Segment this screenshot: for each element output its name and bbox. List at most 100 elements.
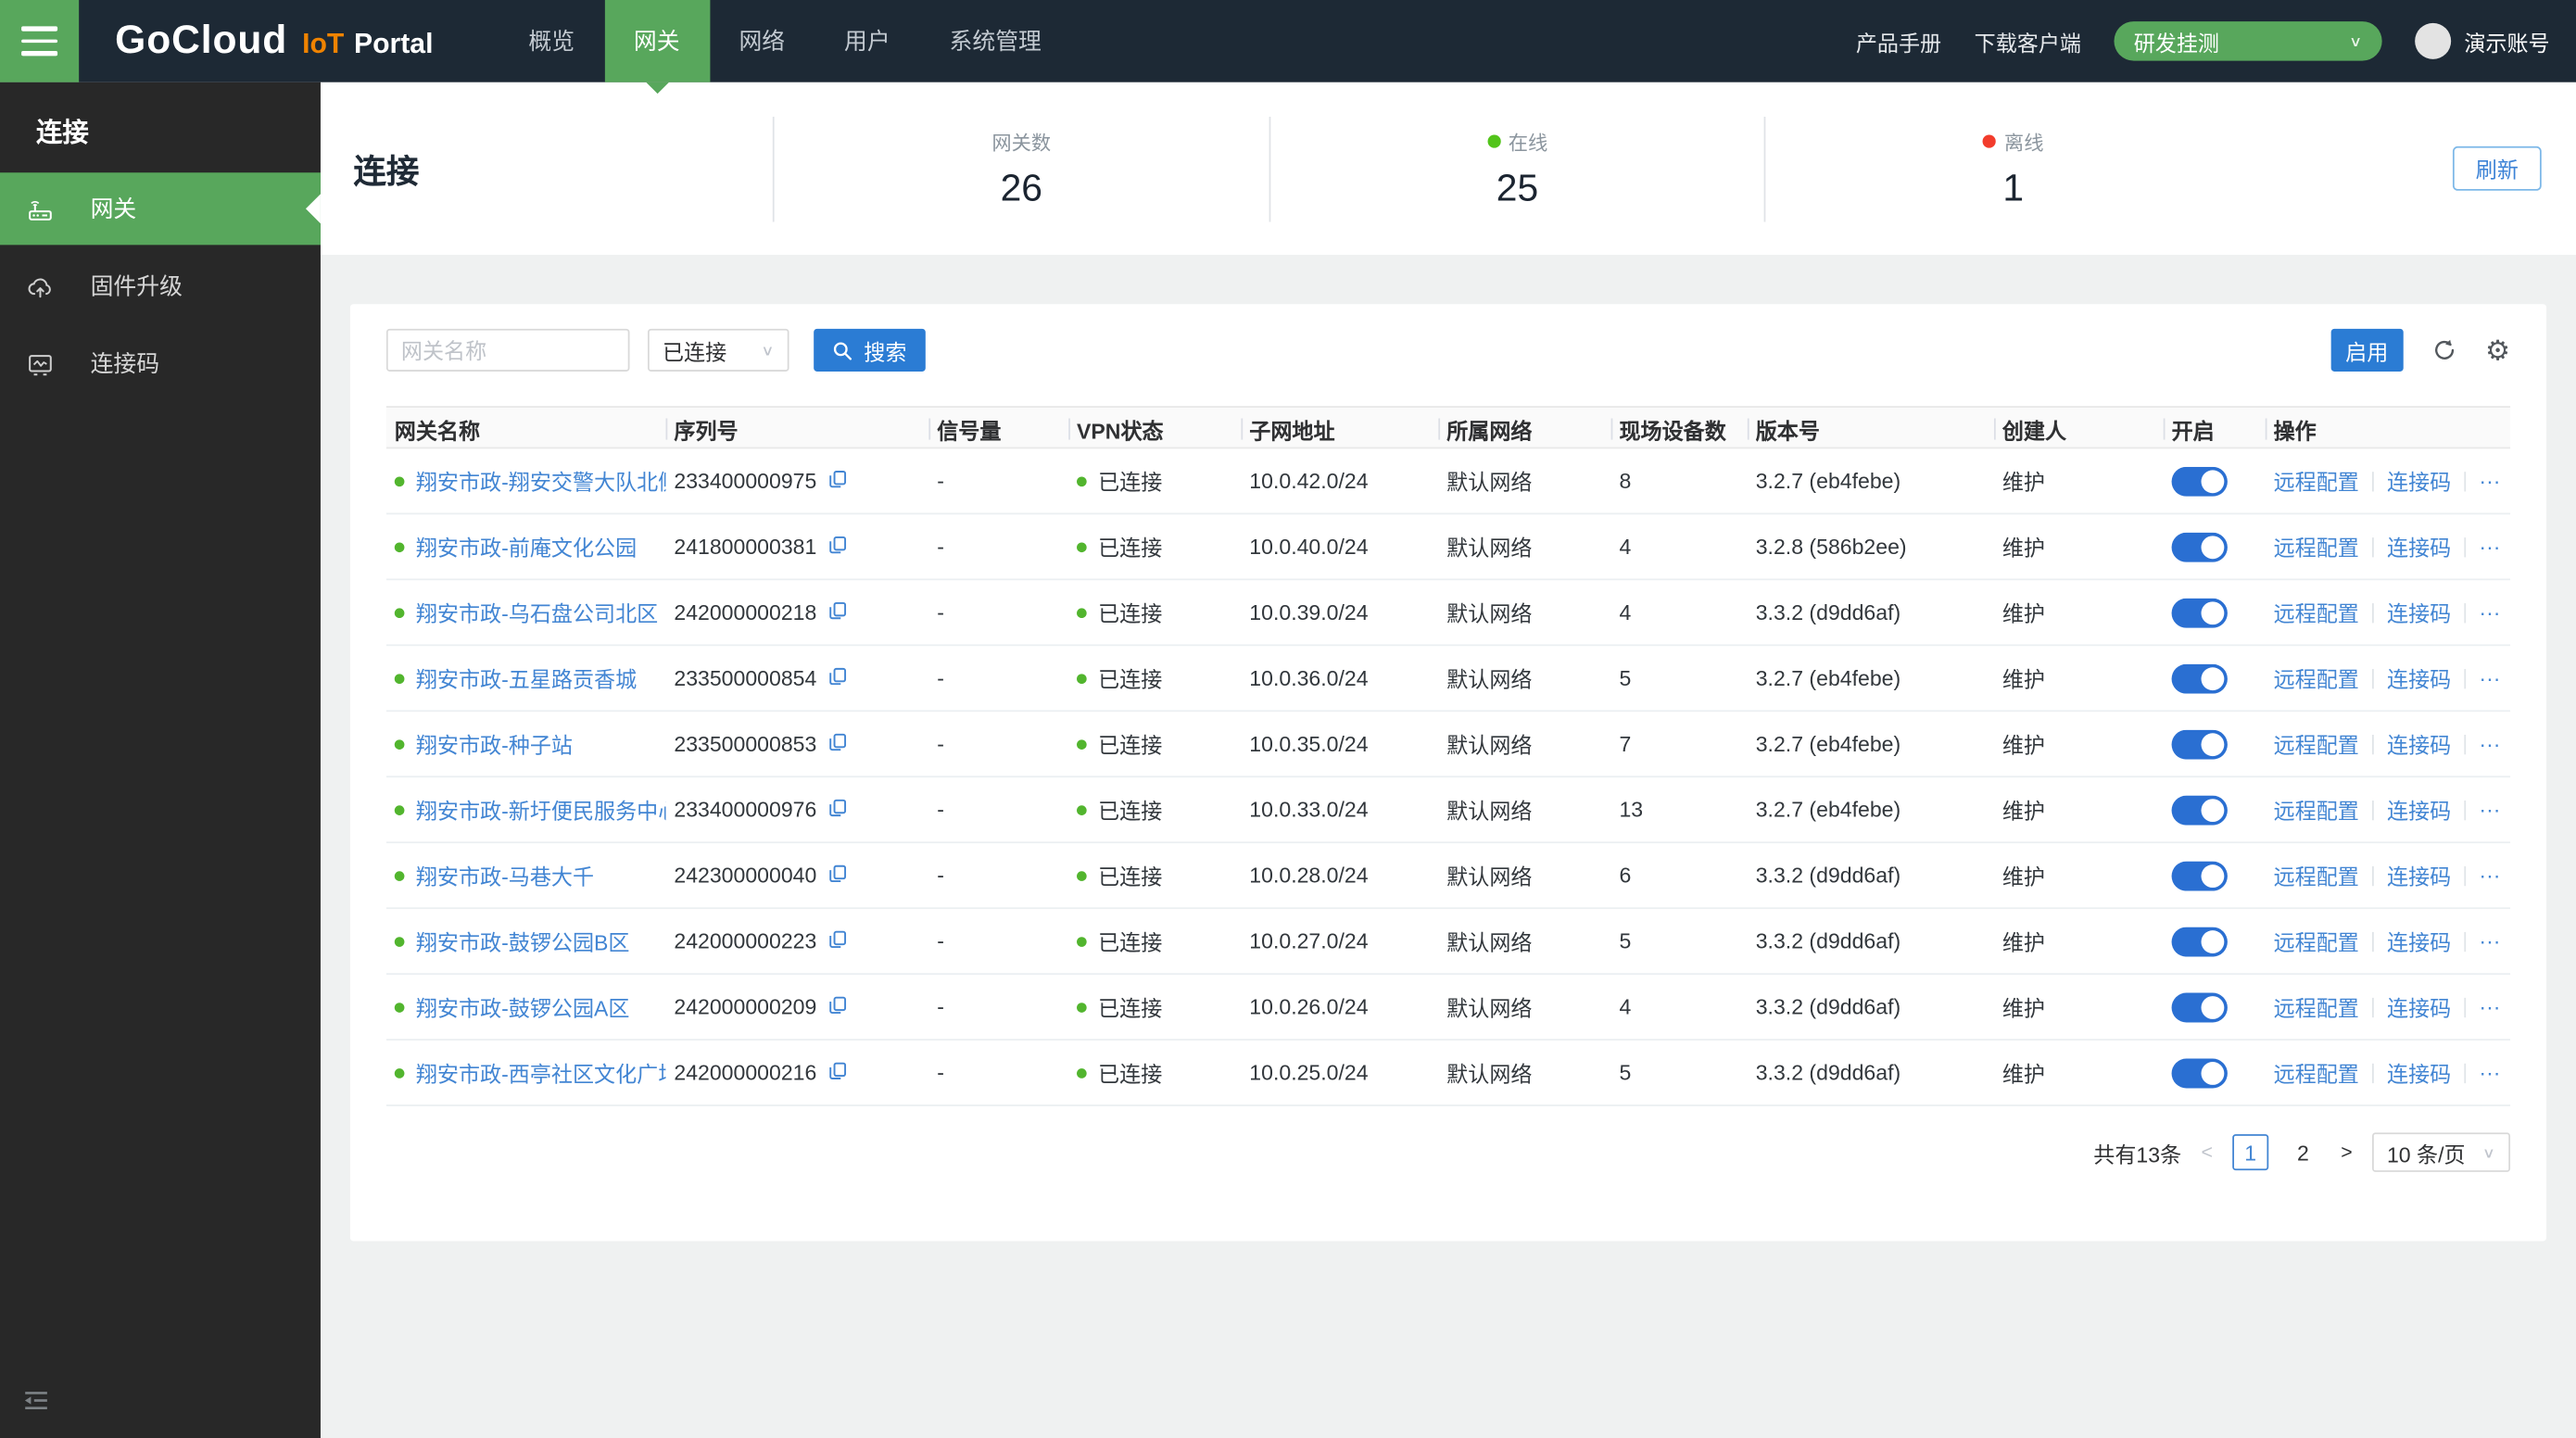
remote-config-link[interactable]: 远程配置 bbox=[2274, 794, 2359, 826]
gateway-table: 网关名称 序列号 信号量 VPN状态 子网地址 所属网络 现场设备数 版本号 bbox=[386, 406, 2510, 1106]
nav-tab[interactable]: 网关 bbox=[604, 0, 710, 82]
remote-config-link[interactable]: 远程配置 bbox=[2274, 1057, 2359, 1089]
copy-icon[interactable] bbox=[827, 468, 848, 494]
enable-toggle[interactable] bbox=[2172, 663, 2228, 693]
enable-button[interactable]: 启用 bbox=[2330, 329, 2403, 372]
copy-icon[interactable] bbox=[827, 993, 848, 1019]
connect-code-link[interactable]: 连接码 bbox=[2387, 860, 2451, 891]
more-actions-link[interactable]: ··· bbox=[2479, 1060, 2500, 1085]
connect-code-link[interactable]: 连接码 bbox=[2387, 794, 2451, 826]
search-button[interactable]: 搜索 bbox=[814, 329, 926, 372]
more-actions-link[interactable]: ··· bbox=[2479, 666, 2500, 691]
gateway-name-search-input[interactable] bbox=[386, 329, 630, 372]
more-actions-link[interactable]: ··· bbox=[2479, 731, 2500, 756]
hamburger-menu-icon[interactable] bbox=[0, 0, 79, 82]
nav-tab[interactable]: 系统管理 bbox=[920, 0, 1071, 82]
page-size-select[interactable]: 10 条/页 ∨ bbox=[2372, 1132, 2510, 1172]
gateway-name-link[interactable]: 翔安市政-鼓锣公园A区 bbox=[416, 991, 630, 1023]
gateway-name-link[interactable]: 翔安市政-西亭社区文化广场 bbox=[416, 1057, 666, 1089]
more-actions-link[interactable]: ··· bbox=[2479, 797, 2500, 822]
copy-icon[interactable] bbox=[827, 927, 848, 953]
gateway-name-link[interactable]: 翔安市政-前庵文化公园 bbox=[416, 531, 637, 562]
copy-icon[interactable] bbox=[827, 599, 848, 625]
environment-select[interactable]: 研发挂测 ∨ bbox=[2114, 21, 2381, 61]
enable-toggle[interactable] bbox=[2172, 861, 2228, 890]
more-actions-link[interactable]: ··· bbox=[2479, 863, 2500, 888]
page-number-2[interactable]: 2 bbox=[2285, 1134, 2321, 1170]
next-page-arrow[interactable]: > bbox=[2338, 1141, 2356, 1164]
refresh-button[interactable]: 刷新 bbox=[2453, 146, 2542, 191]
remote-config-link[interactable]: 远程配置 bbox=[2274, 991, 2359, 1023]
remote-config-link[interactable]: 远程配置 bbox=[2274, 597, 2359, 628]
connect-code-link[interactable]: 连接码 bbox=[2387, 662, 2451, 694]
more-actions-link[interactable]: ··· bbox=[2479, 994, 2500, 1019]
copy-icon[interactable] bbox=[827, 665, 848, 691]
more-actions-link[interactable]: ··· bbox=[2479, 469, 2500, 494]
nav-tab[interactable]: 网络 bbox=[710, 0, 815, 82]
remote-config-link[interactable]: 远程配置 bbox=[2274, 662, 2359, 694]
page-title: 连接 bbox=[321, 145, 773, 192]
page-number-1[interactable]: 1 bbox=[2232, 1134, 2268, 1170]
gateway-name-link[interactable]: 翔安市政-种子站 bbox=[416, 728, 573, 760]
sidebar-item-gateway[interactable]: 网关 bbox=[0, 172, 321, 245]
gateway-name-link[interactable]: 翔安市政-新圩便民服务中心 bbox=[416, 794, 666, 826]
download-client-link[interactable]: 下载客户端 bbox=[1975, 25, 2081, 57]
connect-code-link[interactable]: 连接码 bbox=[2387, 597, 2451, 628]
sidebar-item-firmware-upgrade[interactable]: 固件升级 bbox=[0, 250, 321, 322]
enable-toggle[interactable] bbox=[2172, 466, 2228, 496]
copy-icon[interactable] bbox=[827, 731, 848, 757]
remote-config-link[interactable]: 远程配置 bbox=[2274, 860, 2359, 891]
connect-code-link[interactable]: 连接码 bbox=[2387, 1057, 2451, 1089]
device-count: 13 bbox=[1611, 797, 1748, 822]
remote-config-link[interactable]: 远程配置 bbox=[2274, 531, 2359, 562]
copy-icon[interactable] bbox=[827, 797, 848, 823]
remote-config-link[interactable]: 远程配置 bbox=[2274, 728, 2359, 760]
status-dot bbox=[1983, 134, 1996, 147]
copy-icon[interactable] bbox=[827, 1059, 848, 1085]
connect-code-link[interactable]: 连接码 bbox=[2387, 728, 2451, 760]
more-actions-link[interactable]: ··· bbox=[2479, 928, 2500, 953]
connect-code-link[interactable]: 连接码 bbox=[2387, 926, 2451, 957]
copy-icon[interactable] bbox=[827, 863, 848, 889]
status-filter-value: 已连接 bbox=[663, 334, 726, 366]
copy-icon[interactable] bbox=[827, 534, 848, 560]
gateway-name-link[interactable]: 翔安市政-翔安交警大队北侧 bbox=[416, 465, 666, 497]
network-name: 默认网络 bbox=[1438, 728, 1610, 760]
gateway-name-link[interactable]: 翔安市政-乌石盘公司北区 bbox=[416, 597, 658, 628]
enable-toggle[interactable] bbox=[2172, 532, 2228, 561]
nav-tab[interactable]: 概览 bbox=[499, 0, 604, 82]
device-count: 4 bbox=[1611, 535, 1748, 560]
reload-table-icon[interactable] bbox=[2431, 337, 2456, 363]
gear-icon[interactable]: ⚙ bbox=[2485, 336, 2510, 364]
enable-toggle[interactable] bbox=[2172, 1058, 2228, 1088]
connect-code-link[interactable]: 连接码 bbox=[2387, 531, 2451, 562]
connect-code-link[interactable]: 连接码 bbox=[2387, 991, 2451, 1023]
sidebar-item-connect-code[interactable]: 连接码 bbox=[0, 327, 321, 399]
enable-toggle[interactable] bbox=[2172, 927, 2228, 956]
enable-toggle[interactable] bbox=[2172, 729, 2228, 759]
gateway-name-link[interactable]: 翔安市政-五星路贡香城 bbox=[416, 662, 637, 694]
collapse-sidebar-icon[interactable] bbox=[19, 1384, 52, 1422]
main-content: 连接 网关数 26 在线 bbox=[321, 82, 2576, 1438]
environment-select-value: 研发挂测 bbox=[2134, 25, 2219, 57]
product-manual-link[interactable]: 产品手册 bbox=[1856, 25, 1941, 57]
vpn-status-dot bbox=[1077, 673, 1087, 683]
gateway-name-link[interactable]: 翔安市政-马巷大千 bbox=[416, 860, 594, 891]
status-filter-select[interactable]: 已连接 ∨ bbox=[648, 329, 789, 372]
connect-code-link[interactable]: 连接码 bbox=[2387, 465, 2451, 497]
remote-config-link[interactable]: 远程配置 bbox=[2274, 926, 2359, 957]
total-count: 共有13条 bbox=[2093, 1137, 2181, 1168]
gateway-name-link[interactable]: 翔安市政-鼓锣公园B区 bbox=[416, 926, 630, 957]
account-menu[interactable]: 演示账号 bbox=[2415, 23, 2550, 59]
nav-tab[interactable]: 用户 bbox=[814, 0, 920, 82]
enable-toggle[interactable] bbox=[2172, 992, 2228, 1022]
prev-page-arrow[interactable]: < bbox=[2198, 1141, 2216, 1164]
enable-toggle[interactable] bbox=[2172, 795, 2228, 825]
table-toolbar: 已连接 ∨ 搜索 启用 bbox=[386, 304, 2510, 372]
more-actions-link[interactable]: ··· bbox=[2479, 535, 2500, 560]
sidebar-item-label: 网关 bbox=[91, 193, 137, 225]
remote-config-link[interactable]: 远程配置 bbox=[2274, 465, 2359, 497]
app-logo: GoCloud IoT Portal bbox=[115, 19, 433, 65]
more-actions-link[interactable]: ··· bbox=[2479, 600, 2500, 625]
enable-toggle[interactable] bbox=[2172, 598, 2228, 627]
